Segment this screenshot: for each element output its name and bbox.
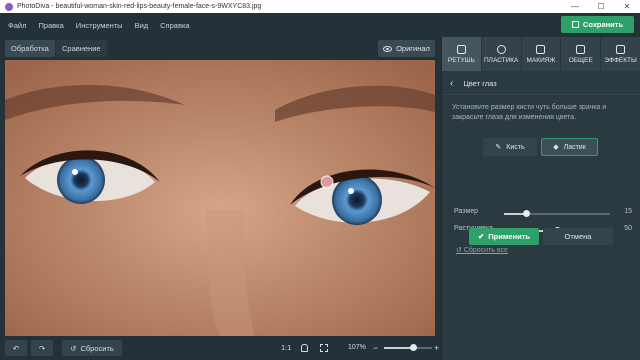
menu-bar: Файл Правка Инструменты Вид Справка Сохр…	[0, 13, 640, 37]
check-icon: ✔	[477, 232, 485, 241]
tab-effects-label: ЭФФЕКТЫ	[604, 56, 637, 64]
feather-value: 50	[624, 225, 632, 232]
size-slider[interactable]	[504, 210, 610, 217]
apply-button[interactable]: ✔ Применить	[469, 228, 539, 245]
maximize-button[interactable]: ☐	[588, 0, 614, 13]
redo-icon: ↷	[38, 343, 46, 353]
reset-all-label: Сбросить все	[463, 247, 508, 254]
left-highlight	[72, 169, 78, 175]
size-label: Размер	[454, 208, 479, 215]
tab-plastic-label: ПЛАСТИКА	[484, 56, 519, 64]
original-label: Оригинал	[396, 44, 430, 53]
fit-screen-icon[interactable]	[320, 344, 328, 352]
eye-icon	[383, 45, 393, 52]
eraser-icon: ◆	[553, 144, 559, 151]
reset-icon: ↺	[70, 343, 77, 353]
eraser-button[interactable]: ◆ Ластик	[541, 138, 598, 156]
tab-makeup-label: МАКИЯЖ	[526, 56, 556, 64]
menu-tools[interactable]: Инструменты	[76, 21, 123, 30]
menu-view[interactable]: Вид	[135, 21, 149, 30]
settings-panel: РЕТУШЬ ПЛАСТИКА МАКИЯЖ ОБЩЕЕ ЭФФЕКТЫ ‹ Ц…	[441, 37, 640, 360]
section-header: ‹ Цвет глаз	[442, 73, 640, 95]
window-controls: — ☐ ✕	[562, 0, 640, 13]
undo-icon: ↶	[12, 343, 20, 353]
redo-button[interactable]: ↷	[31, 340, 53, 356]
zoom-fill	[384, 347, 413, 349]
save-button[interactable]: Сохранить	[561, 16, 634, 33]
brush-label: Кисть	[506, 143, 525, 151]
actual-size-button[interactable]: 1:1	[281, 340, 291, 356]
floppy-icon	[571, 21, 579, 28]
tab-plastic[interactable]: ПЛАСТИКА	[481, 37, 522, 71]
zoom-in-button[interactable]: +	[434, 340, 439, 356]
eraser-label: Ластик	[563, 143, 586, 151]
brush-button[interactable]: ✎ Кисть	[483, 138, 537, 156]
brush-cursor	[320, 175, 334, 189]
hand-icon[interactable]	[301, 344, 308, 352]
tab-effects[interactable]: ЭФФЕКТЫ	[601, 37, 640, 71]
face-photo	[5, 60, 435, 336]
cancel-label: Отмена	[564, 232, 592, 241]
close-button[interactable]: ✕	[614, 0, 640, 13]
zoom-out-button[interactable]: −	[373, 340, 378, 356]
tab-process[interactable]: Обработка	[5, 40, 55, 57]
original-button[interactable]: Оригинал	[378, 40, 435, 57]
window-title: PhotoDiva - beautiful-woman-skin-red-lip…	[17, 3, 262, 10]
menu-edit[interactable]: Правка	[38, 21, 63, 30]
app-logo-icon	[5, 2, 13, 11]
tab-makeup[interactable]: МАКИЯЖ	[521, 37, 562, 71]
size-thumb[interactable]	[523, 210, 531, 217]
undo-button[interactable]: ↶	[5, 340, 27, 356]
minimize-button[interactable]: —	[562, 0, 588, 13]
bottom-bar: ↶ ↷ ↺ Сбросить 1:1 107% − +	[0, 336, 441, 360]
reset-all-link[interactable]: ↺ Сбросить все	[456, 246, 508, 254]
cancel-button[interactable]: Отмена	[543, 228, 613, 245]
photo-canvas[interactable]	[5, 60, 435, 336]
reset-button[interactable]: ↺ Сбросить	[62, 340, 122, 356]
apply-label: Применить	[488, 232, 531, 241]
tab-retouch[interactable]: РЕТУШЬ	[442, 37, 482, 71]
tab-general-label: ОБЩЕЕ	[568, 56, 593, 64]
view-bar: Обработка Сравнение Оригинал	[0, 37, 441, 60]
tab-retouch-label: РЕТУШЬ	[447, 56, 475, 64]
effects-icon	[616, 44, 626, 54]
sliders-icon	[576, 44, 586, 54]
size-value: 15	[624, 208, 632, 215]
right-iris	[332, 175, 382, 225]
size-slider-row: Размер 15	[454, 208, 634, 220]
title-bar: PhotoDiva - beautiful-woman-skin-red-lip…	[0, 0, 640, 13]
reset-label: Сбросить	[80, 343, 114, 353]
left-iris	[57, 156, 105, 204]
tab-compare[interactable]: Сравнение	[56, 40, 107, 57]
plastic-icon	[496, 44, 506, 54]
back-arrow-icon[interactable]: ‹	[450, 78, 453, 89]
tool-tabs: РЕТУШЬ ПЛАСТИКА МАКИЯЖ ОБЩЕЕ ЭФФЕКТЫ	[442, 37, 640, 71]
brush-icon: ✎	[495, 144, 502, 151]
zoom-level: 107%	[348, 344, 366, 351]
right-highlight	[348, 188, 354, 194]
menu-help[interactable]: Справка	[160, 21, 189, 30]
zoom-slider[interactable]	[384, 344, 432, 351]
save-label: Сохранить	[582, 20, 624, 29]
menu-file[interactable]: Файл	[8, 21, 26, 30]
zoom-thumb[interactable]	[409, 344, 417, 351]
makeup-icon	[536, 44, 546, 54]
section-title: Цвет глаз	[463, 79, 497, 88]
retouch-icon	[456, 44, 466, 54]
hint-text: Установите размер кисти чуть больше зрач…	[452, 104, 607, 121]
tab-general[interactable]: ОБЩЕЕ	[561, 37, 602, 71]
